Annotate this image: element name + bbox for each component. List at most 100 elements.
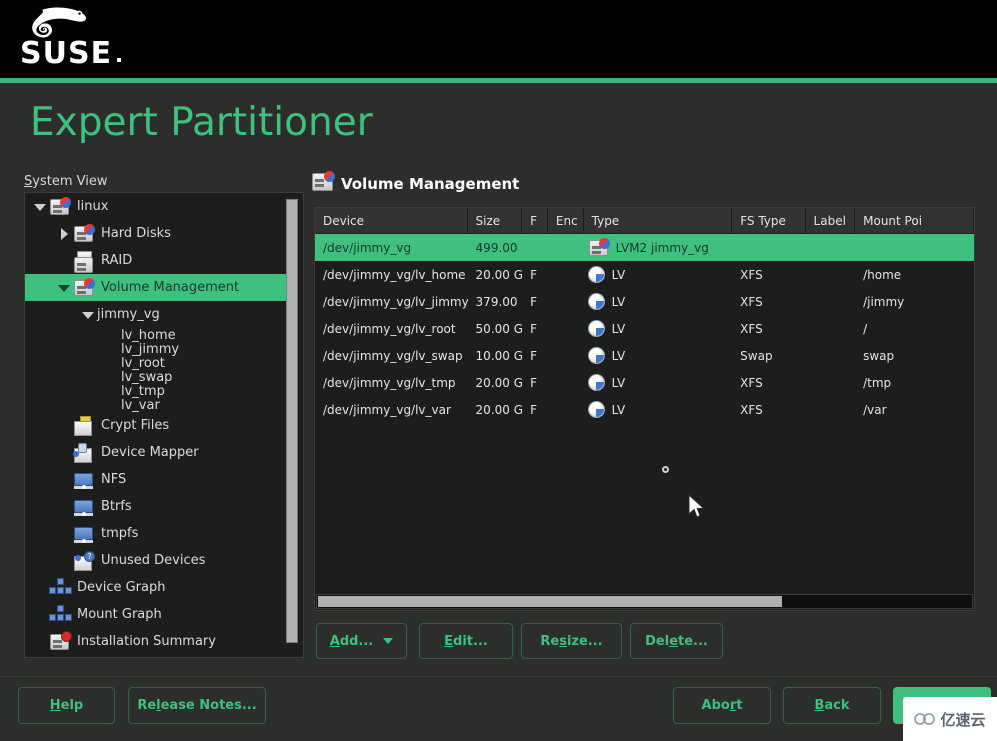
cell-type: LV <box>584 288 733 315</box>
mouse-cursor <box>688 494 705 518</box>
suse-logo-dot <box>117 58 121 62</box>
table-row[interactable]: /dev/jimmy_vg/lv_home 20.00 GiB F LV XFS/hom… <box>315 261 974 288</box>
column-header-type[interactable]: Type <box>584 208 733 234</box>
sidebar-item-label: lv_var <box>121 397 160 413</box>
sidebar-item-lv-swap[interactable]: lv_swap <box>25 370 287 384</box>
sidebar-item-device-graph[interactable]: Device Graph <box>25 574 287 601</box>
cell-flag <box>522 234 548 261</box>
system-view-label: System View <box>24 174 108 189</box>
cell-size: 379.00 GiB <box>475 294 523 309</box>
sidebar-scrollbar-thumb[interactable] <box>286 199 298 643</box>
sidebar-item-tmpfs[interactable]: tmpfs <box>25 520 287 547</box>
cell-fs-type: XFS <box>740 294 763 309</box>
cell-fs-type: XFS <box>740 267 763 282</box>
sidebar-item-device-mapper[interactable]: Device Mapper <box>25 439 287 466</box>
watermark-text: 亿速云 <box>940 710 986 729</box>
column-header-size[interactable]: Size <box>468 208 523 234</box>
sidebar-item-lv-home[interactable]: lv_home <box>25 328 287 342</box>
cell-device: /dev/jimmy_vg/lv_tmp <box>323 375 456 390</box>
resize-button[interactable]: Resize... <box>521 623 622 659</box>
table-row[interactable]: /dev/jimmy_vg/lv_root 50.00 GiB F LV XFS / <box>315 315 974 342</box>
sidebar-item-unused-devices[interactable]: ? Unused Devices <box>25 547 287 574</box>
column-header-enc[interactable]: Enc <box>548 208 584 234</box>
cell-size: 20.00 GiB <box>475 267 523 282</box>
system-view-tree[interactable]: linux Hard Disks RAID Volume Management jimm… <box>24 192 304 658</box>
footer-divider <box>0 676 997 677</box>
chevron-down-icon[interactable] <box>81 308 95 322</box>
back-button[interactable]: Back <box>783 687 881 724</box>
abort-button[interactable]: Abort <box>673 687 771 724</box>
volume-table[interactable]: Device Size F Enc Type FS Type Label Mount Poi … <box>314 207 975 611</box>
sidebar-item-lv-var[interactable]: lv_var <box>25 398 287 412</box>
cell-flag: F <box>530 294 537 309</box>
chevron-down-icon[interactable] <box>33 200 47 214</box>
sidebar-item-installation-summary[interactable]: Installation Summary <box>25 628 287 655</box>
sidebar-item-label: Crypt Files <box>101 418 170 433</box>
sidebar-item-label: Unused Devices <box>101 553 206 568</box>
column-header-fs-type[interactable]: FS Type <box>732 208 806 234</box>
cell-type-label: LV <box>611 267 626 282</box>
sidebar-item-mount-graph[interactable]: Mount Graph <box>25 601 287 628</box>
column-header-device[interactable]: Device <box>315 208 468 234</box>
column-header-f[interactable]: F <box>522 208 548 234</box>
sidebar-item-label: Volume Management <box>101 280 240 295</box>
table-row[interactable]: /dev/jimmy_vg/lv_tmp 20.00 GiB F LV XFS/tmp <box>315 369 974 396</box>
sidebar-item-label: lv_home <box>121 327 176 343</box>
page-title: Expert Partitioner <box>30 100 373 145</box>
cell-device: /dev/jimmy_vg/lv_swap <box>323 348 463 363</box>
sidebar-item-label: NFS <box>101 472 127 487</box>
sidebar-item-lv-root[interactable]: lv_root <box>25 356 287 370</box>
tmpfs-folder-icon <box>73 524 95 544</box>
chevron-right-icon[interactable] <box>57 227 71 241</box>
cell-flag: F <box>530 267 537 282</box>
main-panel-title: Volume Management <box>341 175 520 193</box>
cell-mount-point <box>855 234 974 261</box>
release-notes-button[interactable]: Release Notes... <box>128 687 266 724</box>
table-header-row: Device Size F Enc Type FS Type Label Mount Poi <box>315 208 974 234</box>
table-row[interactable]: /dev/jimmy_vg/lv_jimmy 379.00 GiB F LV XFS/j… <box>315 288 974 315</box>
sidebar-item-jimmy-vg[interactable]: jimmy_vg <box>25 301 287 328</box>
sidebar-item-lv-tmp[interactable]: lv_tmp <box>25 384 287 398</box>
sidebar-item-btrfs[interactable]: Btrfs <box>25 493 287 520</box>
column-header-mount-poi[interactable]: Mount Poi <box>855 208 974 234</box>
edit-button[interactable]: Edit... <box>419 623 513 659</box>
sidebar-item-linux[interactable]: linux <box>25 193 287 220</box>
suse-logo: SUSE <box>14 6 134 72</box>
sidebar-item-label: jimmy_vg <box>97 307 160 322</box>
sidebar-item-hard-disks[interactable]: Hard Disks <box>25 220 287 247</box>
sidebar-item-crypt-files[interactable]: Crypt Files <box>25 412 287 439</box>
sidebar-item-label: Device Graph <box>77 580 166 595</box>
cell-type-label: LV <box>611 321 626 336</box>
help-button[interactable]: Help <box>18 687 115 724</box>
cell-label <box>806 342 856 369</box>
sidebar-item-nfs[interactable]: NFS <box>25 466 287 493</box>
sidebar-item-lv-jimmy[interactable]: lv_jimmy <box>25 342 287 356</box>
table-row[interactable]: /dev/jimmy_vg/lv_var 20.00 GiB F LV XFS/var <box>315 396 974 423</box>
cell-type-label: LV <box>611 348 626 363</box>
add-button[interactable]: Add... <box>316 623 407 659</box>
table-hscrollbar-thumb[interactable] <box>318 596 782 607</box>
chevron-down-icon[interactable] <box>57 281 71 295</box>
cell-enc <box>548 315 584 342</box>
chevron-down-icon <box>383 638 394 644</box>
table-row[interactable]: /dev/jimmy_vg 499.00 GiB LVM2 jimmy_vg <box>315 234 974 261</box>
column-header-label[interactable]: Label <box>806 208 856 234</box>
cell-flag: F <box>530 402 537 417</box>
logical-volume-icon <box>587 374 605 391</box>
cell-size: 50.00 GiB <box>475 321 523 336</box>
cell-device: /dev/jimmy_vg <box>323 240 412 255</box>
sidebar-item-volume-management[interactable]: Volume Management <box>25 274 287 301</box>
hard-disk-icon <box>49 196 71 217</box>
table-row[interactable]: /dev/jimmy_vg/lv_swap 10.00 GiB F LV Swap swa… <box>315 342 974 369</box>
cell-device: /dev/jimmy_vg/lv_var <box>323 402 451 417</box>
device-mapper-icon <box>73 442 95 463</box>
volume-group-icon <box>588 237 610 258</box>
sidebar-item-label: linux <box>77 199 109 214</box>
delete-button[interactable]: Delete... <box>630 623 723 659</box>
sidebar-item-raid[interactable]: RAID <box>25 247 287 274</box>
sidebar-scrollbar-track[interactable] <box>286 195 301 657</box>
logical-volume-icon <box>587 347 605 364</box>
